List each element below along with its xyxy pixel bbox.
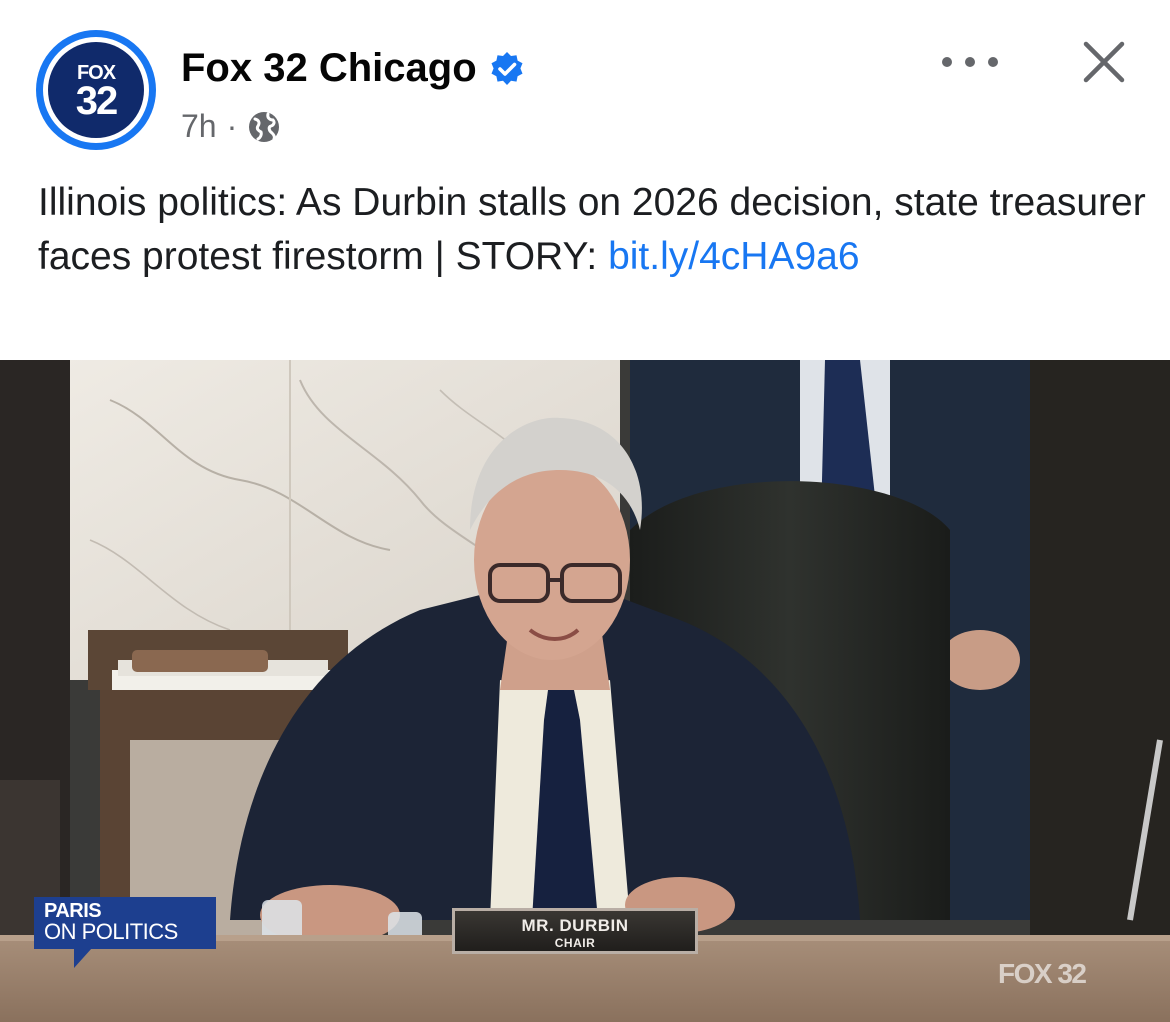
- post-meta: 7h ·: [181, 108, 281, 145]
- program-bug-tail: [74, 948, 92, 968]
- post-text: Illinois politics: As Durbin stalls on 2…: [38, 176, 1148, 284]
- page-name[interactable]: Fox 32 Chicago: [181, 46, 477, 91]
- close-icon[interactable]: [1080, 38, 1128, 86]
- more-dot: [988, 57, 998, 67]
- more-options-icon[interactable]: [942, 44, 998, 80]
- channel-watermark: FOX 32: [998, 958, 1087, 989]
- fox32-logo: FOX 32: [48, 42, 144, 138]
- avatar-logo-text-bottom: 32: [75, 79, 118, 123]
- nameplate-title: CHAIR: [554, 936, 596, 950]
- program-bug-line1: PARIS: [44, 900, 102, 922]
- program-bug: PARIS ON POLITICS: [34, 897, 216, 949]
- post-dialog: FOX 32 Fox 32 Chicago 7h · Illinois poli…: [0, 0, 1170, 1022]
- story-link[interactable]: bit.ly/4cHA9a6: [608, 235, 859, 278]
- more-dot: [942, 57, 952, 67]
- post-body: Illinois politics: As Durbin stalls on 2…: [38, 181, 1146, 278]
- page-avatar[interactable]: FOX 32: [36, 30, 156, 150]
- globe-icon[interactable]: [247, 110, 281, 144]
- verified-badge-icon: [491, 51, 523, 85]
- meta-separator: ·: [226, 108, 238, 144]
- more-dot: [965, 57, 975, 67]
- post-timestamp[interactable]: 7h: [181, 108, 217, 145]
- avatar-ring: FOX 32: [43, 37, 149, 143]
- page-name-row: Fox 32 Chicago: [181, 46, 525, 91]
- nameplate: MR. DURBIN CHAIR: [452, 908, 698, 954]
- program-bug-line2: ON POLITICS: [44, 919, 178, 944]
- nameplate-name: MR. DURBIN: [521, 916, 629, 935]
